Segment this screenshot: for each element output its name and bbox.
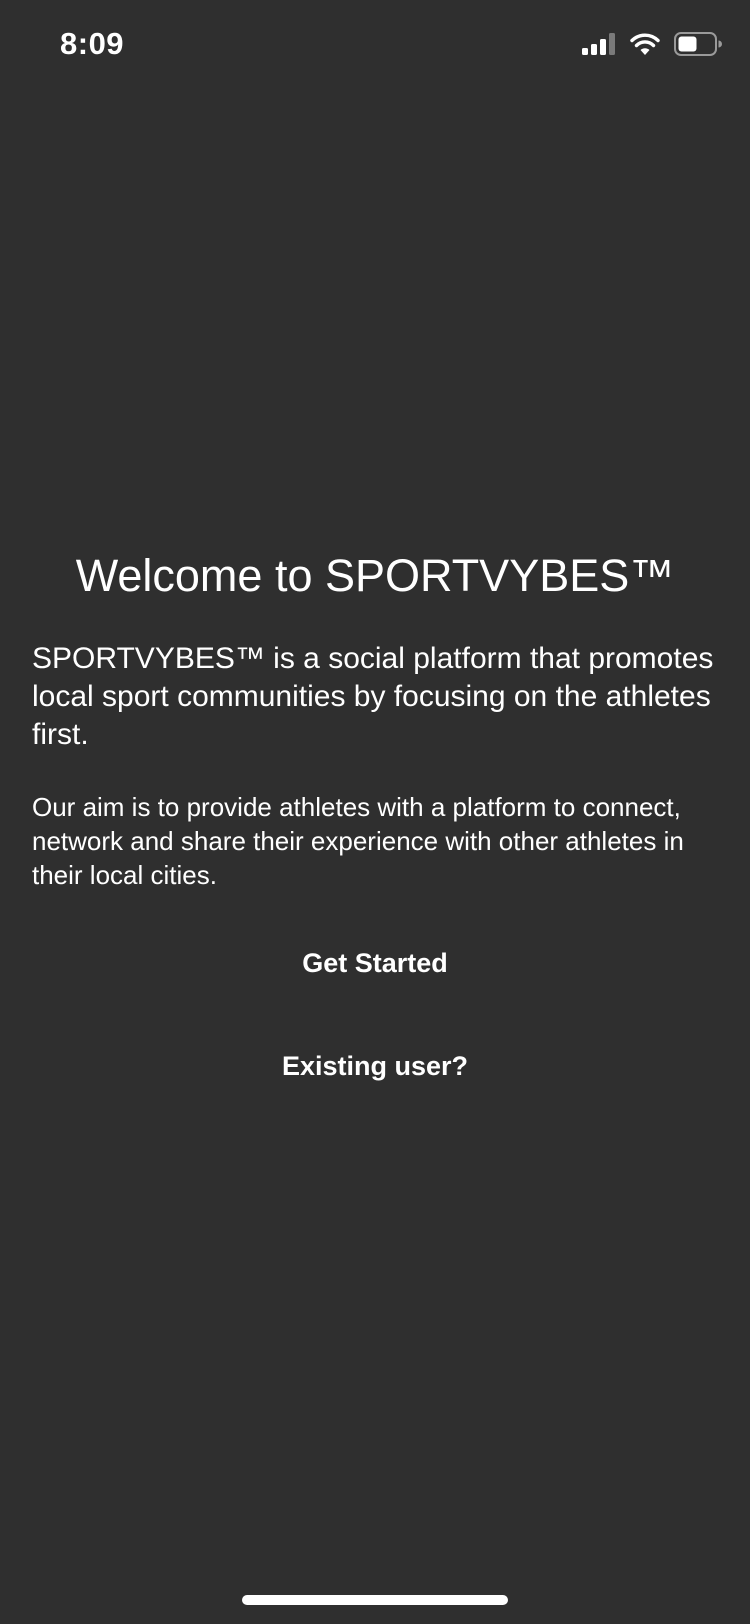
get-started-button[interactable]: Get Started [282, 938, 468, 989]
status-icons [582, 32, 722, 56]
home-indicator[interactable] [242, 1595, 508, 1605]
action-buttons: Get Started Existing user? [32, 938, 718, 1092]
welcome-content: Welcome to SPORTVYBES™ SPORTVYBES™ is a … [32, 548, 718, 1092]
aim-text: Our aim is to provide athletes with a pl… [32, 792, 684, 890]
status-bar: 8:09 [0, 0, 750, 90]
welcome-title: Welcome to SPORTVYBES™ [75, 550, 675, 601]
existing-user-button[interactable]: Existing user? [262, 1041, 488, 1092]
status-time: 8:09 [60, 26, 125, 61]
signal-icon [582, 33, 616, 55]
battery-icon [674, 32, 722, 56]
wifi-icon [630, 33, 660, 55]
intro-text: SPORTVYBES™ is a social platform that pr… [32, 642, 714, 751]
